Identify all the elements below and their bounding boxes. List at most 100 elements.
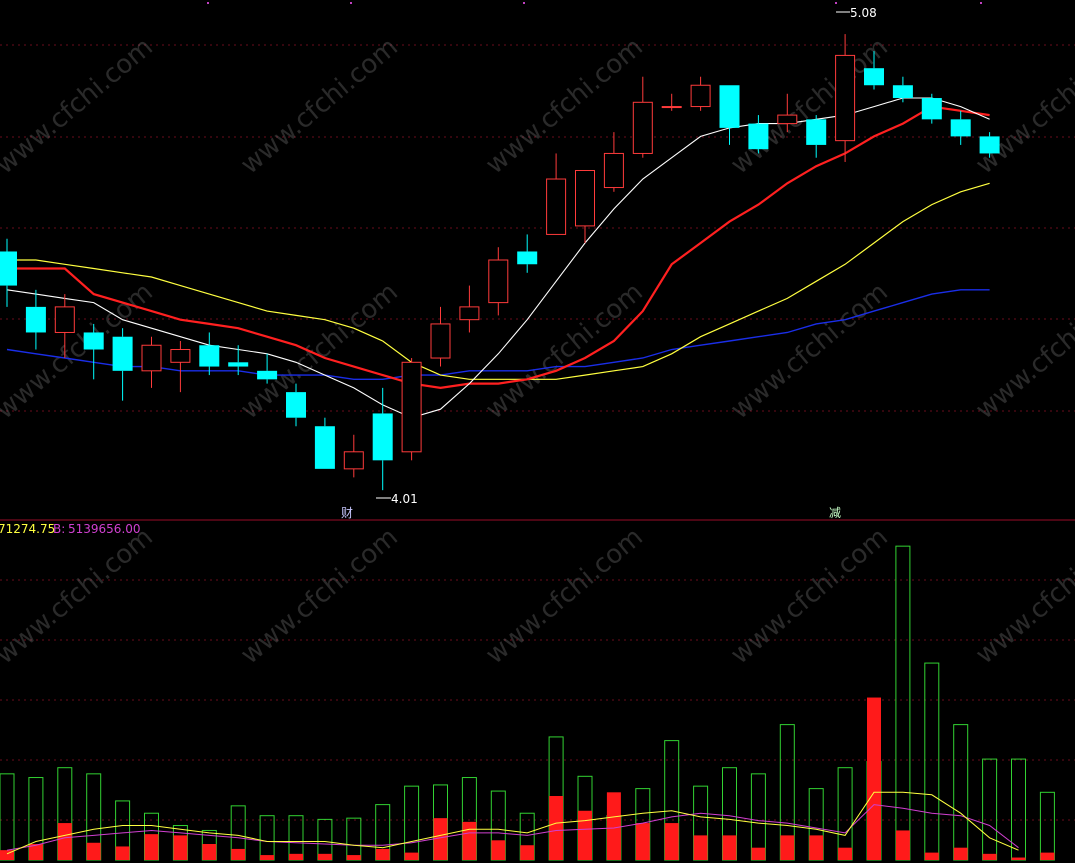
volume-total-outline [288, 815, 304, 861]
volume-b-fill [231, 848, 246, 860]
candle [401, 358, 422, 461]
candle-body-up [401, 361, 422, 453]
candle-body-down [257, 370, 278, 380]
candle-body-down [286, 392, 306, 418]
candle [199, 332, 220, 376]
volume-b-fill [838, 847, 853, 860]
watermark-text: www.cfchi.com [235, 32, 404, 180]
candle-body-up [546, 178, 567, 235]
candle-body-down [25, 306, 46, 333]
candle-body-up [430, 323, 451, 359]
volume-total-outline [404, 785, 420, 861]
volume-total-outline [0, 773, 15, 861]
volume-b-fill [86, 842, 101, 860]
volume-bar [722, 767, 737, 861]
watermark-text: www.cfchi.com [0, 277, 159, 425]
candle-body-down [0, 251, 17, 286]
candle [488, 247, 509, 316]
volume-total-outline [1039, 791, 1055, 861]
volume-b-fill [173, 835, 188, 860]
volume-b-fill [202, 844, 217, 860]
candle-body-down [979, 136, 1000, 154]
volume-bar [230, 805, 246, 861]
candle-body-down [228, 362, 249, 367]
candle [25, 289, 46, 350]
volume-header: 71274.75 B: 5139656.00 [0, 522, 141, 536]
volume-bar [288, 815, 304, 861]
volume-bar [606, 792, 622, 861]
volume-b-fill [404, 852, 419, 860]
volume-bar [953, 724, 969, 861]
volume-b-fill [144, 834, 159, 860]
watermark-text: www.cfchi.com [970, 32, 1075, 180]
candle-body-down [314, 426, 335, 469]
candle-body-down [950, 119, 971, 137]
volume-bar [375, 804, 391, 861]
candle [632, 76, 653, 158]
volume-bar [115, 800, 131, 861]
candle [0, 238, 17, 307]
volume-b-fill [895, 830, 910, 860]
watermark-text: www.cfchi.com [0, 522, 159, 670]
volume-bar [317, 818, 333, 861]
candle-body-down [892, 85, 913, 99]
candle [603, 132, 624, 192]
volume-bar [57, 767, 73, 861]
candle-body-down [112, 336, 133, 371]
volume-b-fill [462, 821, 477, 860]
candle [170, 340, 191, 393]
volume-b-fill [1040, 852, 1055, 860]
candle [517, 234, 538, 273]
candle-body-down [719, 85, 740, 128]
candle [690, 76, 711, 111]
volume-b-fill [1011, 857, 1026, 860]
candle-body-up [459, 306, 480, 321]
candle [950, 110, 971, 145]
volume-bars [0, 545, 1055, 861]
volume-bar [0, 773, 15, 861]
candle-body-up [54, 306, 75, 333]
volume-total-outline [982, 758, 998, 861]
candle-body-up [488, 259, 509, 304]
volume-panel [0, 545, 1055, 861]
volume-bar [259, 815, 275, 861]
volume-b-fill [491, 840, 506, 860]
candle [719, 85, 740, 145]
volume-b-fill [635, 823, 650, 860]
volume-b-fill [664, 823, 679, 860]
candle-body-up [603, 152, 624, 189]
volume-bar [837, 767, 853, 861]
candle-body-down [199, 345, 220, 367]
volume-b-fill [693, 835, 708, 860]
volume-header-b-label: B: [53, 522, 65, 536]
volume-bar [895, 545, 911, 861]
volume-b-fill [809, 835, 824, 860]
volume-b-fill [924, 852, 939, 860]
watermark-text: www.cfchi.com [235, 522, 404, 670]
volume-b-fill [375, 848, 390, 860]
candle-body-down [806, 119, 827, 145]
volume-bar [577, 775, 593, 861]
volume-bar [86, 773, 102, 861]
volume-bar [664, 740, 680, 861]
stock-chart: www.cfchi.com www.cfchi.com www.cfchi.com w… [0, 2, 1075, 861]
candle-body-down [921, 98, 942, 120]
candle [343, 434, 364, 478]
candle-body-down [517, 251, 538, 265]
candle-body-down [83, 332, 104, 350]
candle [314, 417, 335, 469]
volume-total-outline [259, 815, 275, 861]
candle [921, 93, 942, 124]
low-price-label: 4.01 [391, 492, 418, 506]
volume-b-fill [953, 847, 968, 860]
volume-b-fill [57, 823, 72, 860]
watermark-text: www.cfchi.com [970, 522, 1075, 670]
event-mark-reduce: 减 [829, 506, 841, 520]
price-panel: 5.08 4.01 财 减 [0, 6, 1000, 520]
candle-body-down [864, 68, 884, 86]
volume-total-outline [895, 545, 911, 861]
volume-bar [1011, 758, 1026, 861]
volume-bar [404, 785, 420, 861]
event-mark-finance: 财 [341, 506, 353, 520]
top-tick-dot [207, 2, 209, 4]
